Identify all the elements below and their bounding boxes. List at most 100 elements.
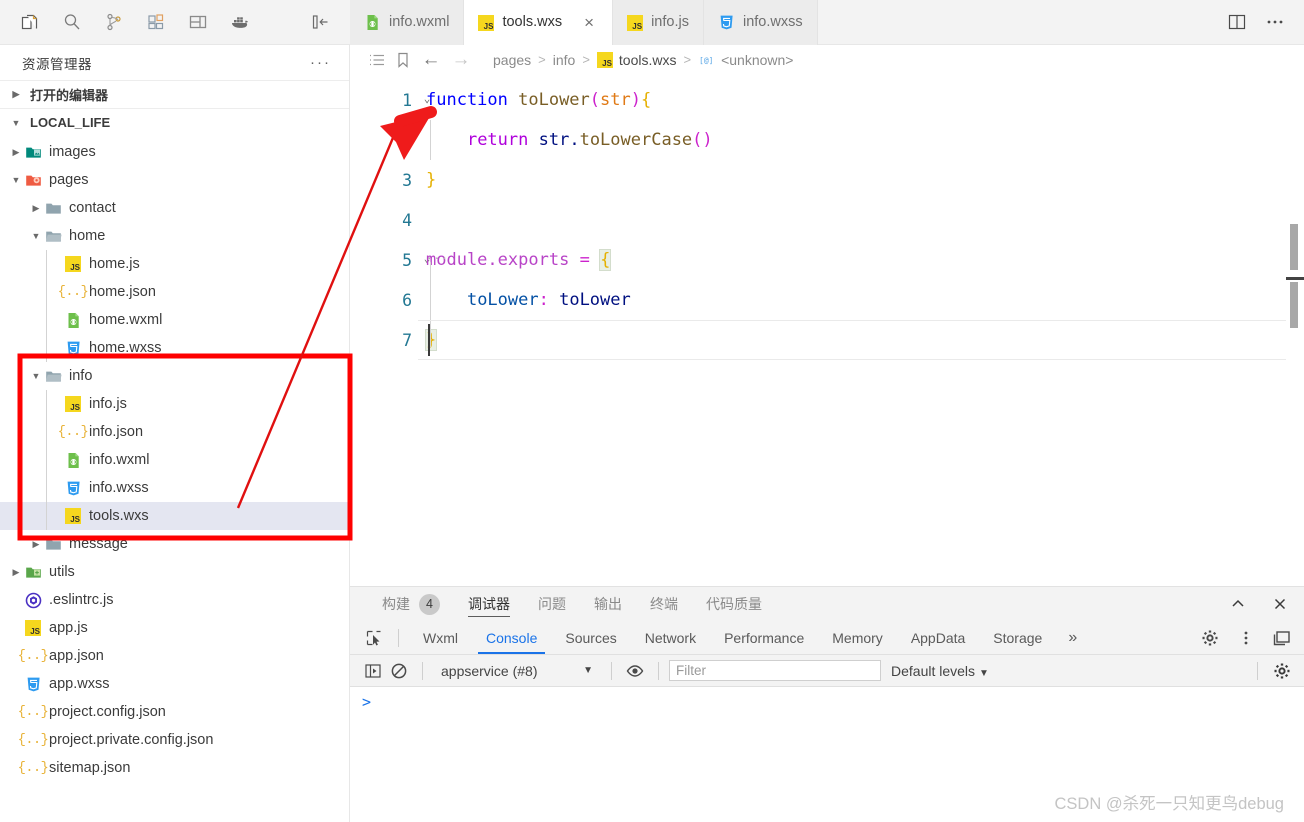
editor-tab-tools-wxs[interactable]: JS tools.wxs × [464,0,614,45]
tree-item-project-config-json[interactable]: {..} project.config.json [0,698,349,726]
breadcrumb-label: pages [493,51,532,68]
console-sidebar-icon[interactable] [360,659,386,683]
panel-tab-3[interactable]: 输出 [580,587,636,621]
chevron-down-icon[interactable]: ▼ [28,231,44,241]
tree-item-app-wxss[interactable]: app.wxss [0,670,349,698]
chevron-down-icon[interactable]: ▼ [8,175,24,185]
navigate-back-button[interactable]: ← [416,49,446,71]
close-panel-icon[interactable] [1270,594,1290,614]
code-line[interactable]: } [418,160,1286,200]
code-editor[interactable]: 1 ⌄ 2 3 4 5 ⌄ 6 7 function toLower(str){ return … [350,74,1304,586]
tree-item-info[interactable]: ▼ info [0,362,349,390]
editor-tab-label: info.wxml [389,14,450,31]
tree-item--eslintrc-js[interactable]: .eslintrc.js [0,586,349,614]
inspect-element-icon[interactable] [360,625,388,651]
more-actions-icon[interactable] [1264,11,1286,33]
clear-console-icon[interactable] [386,659,412,683]
explorer-more-icon[interactable]: ··· [310,54,331,71]
code-content[interactable]: function toLower(str){ return str. toLowe… [418,74,1286,586]
code-line[interactable]: toLower: toLower [418,280,1286,320]
devtools-tab-label: Sources [565,629,617,646]
devtools-tab-memory[interactable]: Memory [818,621,897,654]
breadcrumb-segment-info[interactable]: info [548,52,581,68]
search-icon[interactable] [60,10,84,34]
explorer-icon[interactable] [18,10,42,34]
editor-tab-info-js[interactable]: JS info.js [613,0,704,45]
tree-item-info-wxml[interactable]: info.wxml [0,446,349,474]
devtools-tab-performance[interactable]: Performance [710,621,818,654]
tree-item-sitemap-json[interactable]: {..} sitemap.json [0,754,349,782]
minimap[interactable] [1286,74,1304,586]
chevron-down-icon[interactable]: ▼ [28,371,44,381]
tree-item-info-wxss[interactable]: info.wxss [0,474,349,502]
tree-item-home-json[interactable]: {..} home.json [0,278,349,306]
execution-context-select[interactable]: appservice (#8) ▼ [433,663,601,679]
panel-tab-1[interactable]: 调试器 [454,587,524,621]
code-line[interactable]: return str. toLowerCase() [418,120,1286,160]
tree-item-contact[interactable]: ▶ contact [0,194,349,222]
tree-item-home[interactable]: ▼ home [0,222,349,250]
editor-tab-info-wxml[interactable]: info.wxml [350,0,465,45]
log-levels-select[interactable]: Default levels ▼ [881,663,999,679]
panel-tab-4[interactable]: 终端 [636,587,692,621]
tree-item-images[interactable]: ▶ images [0,138,349,166]
live-expression-icon[interactable] [622,659,648,683]
section-open-editors[interactable]: ▶ 打开的编辑器 [0,80,349,108]
devtools-tab-network[interactable]: Network [631,621,710,654]
docker-icon[interactable] [228,10,252,34]
minimap-slider[interactable] [1290,224,1298,270]
tree-item-project-private-config-json[interactable]: {..} project.private.config.json [0,726,349,754]
tree-item-app-json[interactable]: {..} app.json [0,642,349,670]
breadcrumb-segment-pages[interactable]: pages [488,52,536,68]
json-file-icon: {..} [17,760,49,776]
chevron-right-icon[interactable]: ▶ [8,567,24,578]
maximize-panel-icon[interactable] [1228,594,1248,614]
chevron-right-icon[interactable]: ▶ [28,203,44,214]
tree-item-app-js[interactable]: JS app.js [0,614,349,642]
navigate-forward-button[interactable]: → [446,49,476,71]
code-line[interactable]: module. exports = { [418,240,1286,280]
breadcrumb-segment-unknown[interactable]: [@] <unknown> [693,51,798,68]
tree-item-home-wxml[interactable]: home.wxml [0,306,349,334]
editor-tab-info-wxss[interactable]: info.wxss [703,0,818,45]
tree-item-info-js[interactable]: JS info.js [0,390,349,418]
panel-tab-0[interactable]: 构建 4 [368,587,454,621]
bookmark-icon[interactable] [390,49,416,71]
tree-item-pages[interactable]: ▼ pages [0,166,349,194]
breadcrumb-segment-toolswxs[interactable]: JS tools.wxs [592,51,682,68]
devtools-tab-wxml[interactable]: Wxml [409,621,472,654]
devtools-tab-storage[interactable]: Storage [979,621,1056,654]
devtools-menu-icon[interactable] [1236,628,1256,648]
console-output[interactable]: > CSDN @杀死一只知更鸟debug [350,687,1304,822]
layout-icon[interactable] [186,10,210,34]
extensions-icon[interactable] [144,10,168,34]
tree-item-message[interactable]: ▶ message [0,530,349,558]
tree-item-info-json[interactable]: {..} info.json [0,418,349,446]
chevron-right-icon[interactable]: ▶ [28,539,44,550]
devtools-tab-console[interactable]: Console [472,621,551,654]
close-tab-icon[interactable]: × [580,13,598,32]
tree-item-tools-wxs[interactable]: JS tools.wxs [0,502,349,530]
dock-side-icon[interactable] [1272,628,1292,648]
minimap-slider-2[interactable] [1290,282,1298,328]
console-filter-input[interactable] [669,660,881,681]
more-devtools-tabs-icon[interactable]: » [1056,629,1089,647]
devtools-tab-sources[interactable]: Sources [551,621,630,654]
collapse-sidebar-icon[interactable] [310,11,332,33]
chevron-right-icon[interactable]: ▶ [8,147,24,158]
tree-item-home-wxss[interactable]: home.wxss [0,334,349,362]
tree-item-utils[interactable]: ▶ utils [0,558,349,586]
source-control-icon[interactable] [102,10,126,34]
panel-tab-2[interactable]: 问题 [524,587,580,621]
console-settings-icon[interactable] [1272,661,1292,681]
tree-item-home-js[interactable]: JS home.js [0,250,349,278]
code-line[interactable] [418,200,1286,240]
devtools-settings-icon[interactable] [1200,628,1220,648]
devtools-tab-appdata[interactable]: AppData [897,621,979,654]
code-line[interactable]: function toLower(str){ [418,80,1286,120]
outline-icon[interactable] [364,49,390,71]
panel-tab-5[interactable]: 代码质量 [692,587,776,621]
code-token: ) [702,130,713,150]
split-editor-icon[interactable] [1226,11,1248,33]
section-local-life[interactable]: ▼ LOCAL_LIFE [0,108,349,136]
